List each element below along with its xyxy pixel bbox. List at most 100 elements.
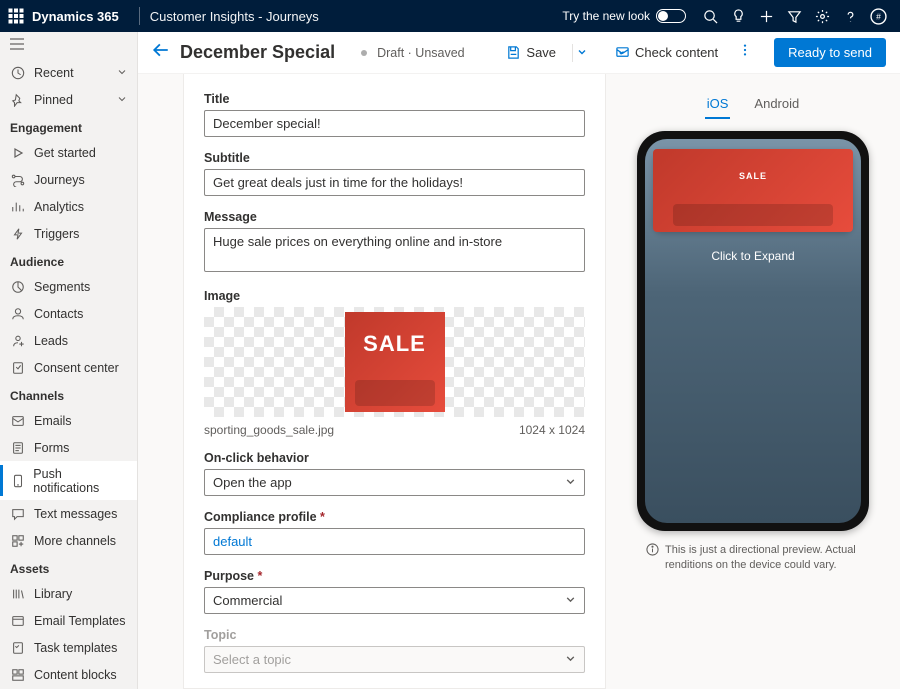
status-text: Draft · Unsaved (377, 46, 465, 60)
sidebar-item-consent[interactable]: Consent center (0, 354, 137, 381)
forms-icon (10, 440, 26, 456)
compliance-label: Compliance profile * (204, 510, 585, 524)
tab-android[interactable]: Android (752, 90, 801, 119)
sidebar-item-library[interactable]: Library (0, 580, 137, 607)
preview-pane: iOS Android APP NAME now (606, 74, 900, 689)
sidebar-item-get-started[interactable]: Get started (0, 139, 137, 166)
play-icon (10, 145, 26, 161)
filter-icon[interactable] (780, 0, 808, 32)
label: Recent (34, 66, 74, 80)
help-icon[interactable] (836, 0, 864, 32)
sidebar-item-content-blocks[interactable]: Content blocks (0, 661, 137, 688)
sidebar-item-journeys[interactable]: Journeys (0, 166, 137, 193)
sidebar-item-pinned[interactable]: Pinned (0, 86, 137, 113)
purpose-value: Commercial (213, 593, 282, 608)
divider (139, 7, 140, 25)
hamburger-icon[interactable] (0, 32, 137, 59)
compliance-value: default (213, 534, 252, 549)
sidebar-item-forms[interactable]: Forms (0, 434, 137, 461)
disclaimer-text: This is just a directional preview. Actu… (665, 543, 860, 574)
chevron-down-icon (117, 93, 127, 107)
sidebar: Recent Pinned Engagement Get started Jou… (0, 32, 138, 689)
image-dimensions: 1024 x 1024 (519, 423, 585, 437)
sidebar-item-triggers[interactable]: Triggers (0, 220, 137, 247)
label: Get started (34, 146, 96, 160)
toggle-switch[interactable] (656, 9, 686, 23)
email-template-icon (10, 613, 26, 629)
global-header: Dynamics 365 Customer Insights - Journey… (0, 0, 900, 32)
label: Text messages (34, 507, 117, 521)
segments-icon (10, 279, 26, 295)
svg-text:#: # (876, 11, 881, 21)
form-card: Title Subtitle Message Huge sale prices … (183, 74, 606, 689)
image-label: Image (204, 289, 585, 303)
notification-card: APP NAME now December special! Get great… (653, 149, 853, 232)
sidebar-item-email-templates[interactable]: Email Templates (0, 607, 137, 634)
sidebar-item-contacts[interactable]: Contacts (0, 300, 137, 327)
label: Content blocks (34, 668, 117, 682)
sidebar-item-task-templates[interactable]: Task templates (0, 634, 137, 661)
purpose-label: Purpose * (204, 569, 585, 583)
sidebar-item-more-channels[interactable]: More channels (0, 527, 137, 554)
label: More channels (34, 534, 116, 548)
task-template-icon (10, 640, 26, 656)
phone-screen[interactable]: APP NAME now December special! Get great… (645, 139, 861, 523)
label: Emails (34, 414, 72, 428)
onclick-label: On-click behavior (204, 451, 585, 465)
app-launcher-icon[interactable] (8, 8, 24, 24)
pin-icon (10, 92, 26, 108)
expand-hint: Click to Expand (645, 249, 861, 263)
label: Task templates (34, 641, 117, 655)
phone-frame: APP NAME now December special! Get great… (637, 131, 869, 531)
label: Library (34, 587, 72, 601)
more-commands-icon[interactable] (732, 43, 758, 62)
group-audience: Audience (0, 247, 137, 273)
journeys-icon (10, 172, 26, 188)
leads-icon (10, 333, 26, 349)
subtitle-input[interactable] (204, 169, 585, 196)
gear-icon[interactable] (808, 0, 836, 32)
sidebar-item-recent[interactable]: Recent (0, 59, 137, 86)
onclick-select[interactable]: Open the app (204, 469, 585, 496)
ready-to-send-button[interactable]: Ready to send (774, 38, 886, 67)
library-icon (10, 586, 26, 602)
analytics-icon (10, 199, 26, 215)
sidebar-item-push-notifications[interactable]: Push notifications (0, 461, 137, 500)
message-input[interactable]: Huge sale prices on everything online an… (204, 228, 585, 272)
compliance-select[interactable]: default (204, 528, 585, 555)
label: Contacts (34, 307, 83, 321)
label: Consent center (34, 361, 119, 375)
label: Push notifications (33, 467, 127, 495)
save-dropdown[interactable] (572, 44, 591, 62)
sidebar-item-leads[interactable]: Leads (0, 327, 137, 354)
check-content-button[interactable]: Check content (611, 41, 722, 64)
chevron-down-icon (565, 475, 576, 490)
label: Segments (34, 280, 90, 294)
clock-icon (10, 65, 26, 81)
lightbulb-icon[interactable] (724, 0, 752, 32)
try-new-look-toggle[interactable]: Try the new look (562, 9, 686, 23)
contacts-icon (10, 306, 26, 322)
sidebar-item-segments[interactable]: Segments (0, 273, 137, 300)
chevron-down-icon (117, 66, 127, 80)
sidebar-item-emails[interactable]: Emails (0, 407, 137, 434)
content-blocks-icon (10, 667, 26, 683)
account-icon[interactable]: # (864, 0, 892, 32)
purpose-select[interactable]: Commercial (204, 587, 585, 614)
sidebar-item-text-messages[interactable]: Text messages (0, 500, 137, 527)
search-icon[interactable] (696, 0, 724, 32)
sidebar-item-analytics[interactable]: Analytics (0, 193, 137, 220)
more-channels-icon (10, 533, 26, 549)
info-icon (646, 543, 659, 574)
topic-label: Topic (204, 628, 585, 642)
title-input[interactable] (204, 110, 585, 137)
group-engagement: Engagement (0, 113, 137, 139)
image-preview[interactable] (204, 307, 585, 417)
add-icon[interactable] (752, 0, 780, 32)
chevron-down-icon (565, 593, 576, 608)
back-icon[interactable] (152, 41, 170, 64)
save-button[interactable]: Save (502, 41, 560, 64)
image-filename: sporting_goods_sale.jpg (204, 423, 334, 437)
tab-ios[interactable]: iOS (705, 90, 731, 119)
triggers-icon (10, 226, 26, 242)
